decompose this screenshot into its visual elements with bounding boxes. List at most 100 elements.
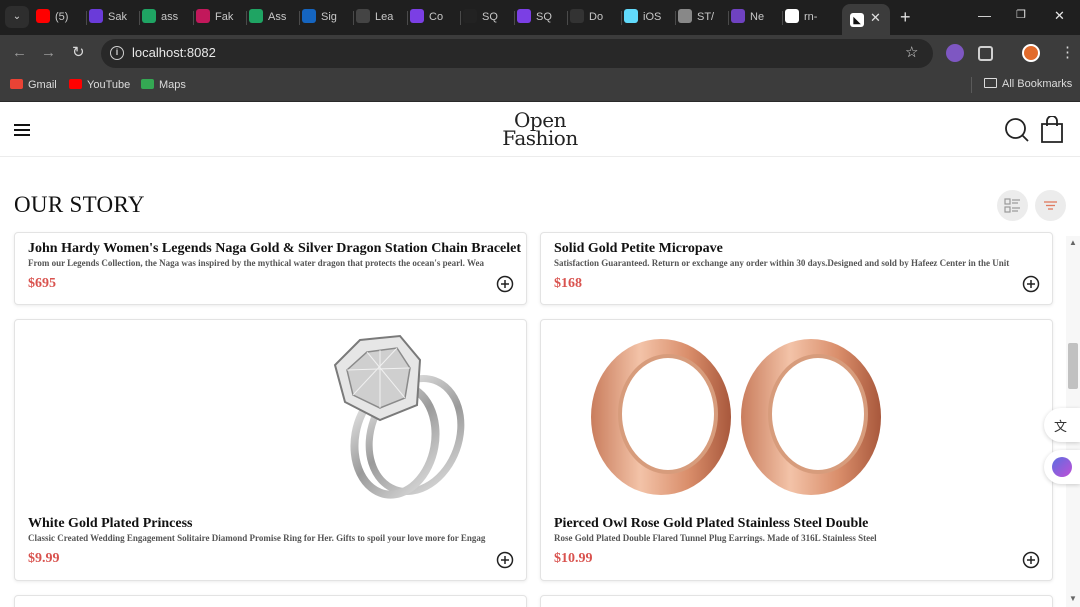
product-image-plugs	[591, 339, 881, 495]
add-to-cart-icon[interactable]	[496, 275, 514, 293]
folder-icon	[984, 78, 997, 88]
brain-icon	[1052, 457, 1072, 477]
site-info-icon[interactable]: i	[110, 46, 124, 60]
tab-label: Sig	[321, 11, 337, 23]
page-title: OUR STORY	[14, 192, 145, 217]
scrollbar-thumb[interactable]	[1068, 343, 1078, 389]
tab-label: Lea	[375, 11, 394, 23]
profile-avatar[interactable]	[1022, 44, 1040, 62]
tab-divider	[246, 11, 247, 25]
tab-label: Do	[589, 11, 604, 23]
back-button[interactable]: ←	[12, 44, 27, 62]
list-view-button[interactable]	[997, 190, 1028, 221]
product-title: White Gold Plated Princess	[28, 516, 193, 531]
react-icon	[624, 9, 638, 23]
tab-item[interactable]: Co	[410, 6, 458, 29]
search-icon[interactable]	[1004, 117, 1030, 143]
restore-button[interactable]: ❐	[1016, 8, 1026, 21]
close-tab-icon[interactable]: ✕	[870, 10, 881, 26]
drive-icon	[249, 9, 263, 23]
globe-icon	[678, 9, 692, 23]
product-card[interactable]: White Gold Plated Princess Classic Creat…	[14, 319, 527, 581]
bookmark-label: Maps	[159, 79, 186, 91]
product-description: Classic Created Wedding Engagement Solit…	[28, 533, 486, 543]
bookmark-item[interactable]: Gmail	[10, 78, 57, 92]
tab-divider	[460, 11, 461, 25]
menu-icon[interactable]	[14, 124, 30, 136]
tab-item[interactable]: Ne	[731, 6, 779, 29]
product-card[interactable]	[14, 595, 527, 607]
app-icon	[302, 9, 316, 23]
tab-item[interactable]: ST/	[678, 6, 726, 29]
tab-item[interactable]: Sig	[302, 6, 350, 29]
address-url[interactable]: localhost:8082	[132, 45, 216, 60]
product-price: $695	[28, 276, 56, 291]
all-bookmarks-button[interactable]: All Bookmarks	[984, 78, 1072, 90]
tab-label: Ass	[268, 11, 287, 23]
tab-label: SQ	[482, 11, 498, 23]
tab-item[interactable]: SQ	[463, 6, 511, 29]
tab-item[interactable]: SQ	[517, 6, 565, 29]
translate-icon: 文	[1054, 419, 1068, 434]
product-description: From our Legends Collection, the Naga wa…	[28, 258, 484, 268]
tab-divider	[621, 11, 622, 25]
extension-brain-icon[interactable]	[946, 44, 964, 62]
tab-item[interactable]: ass	[142, 6, 190, 29]
tab-divider	[567, 11, 568, 25]
product-title: John Hardy Women's Legends Naga Gold & S…	[28, 241, 522, 256]
tab-divider	[407, 11, 408, 25]
bookmark-item[interactable]: YouTube	[69, 78, 130, 92]
product-card[interactable]: Pierced Owl Rose Gold Plated Stainless S…	[540, 319, 1053, 581]
tab-item[interactable]: Ass	[249, 6, 297, 29]
bookmark-item[interactable]: Maps	[141, 78, 186, 92]
extensions-puzzle-icon[interactable]	[978, 46, 993, 61]
tab-label: Sak	[108, 11, 127, 23]
address-bar[interactable]	[101, 39, 933, 68]
app-icon	[410, 9, 424, 23]
bookmark-icon	[10, 79, 23, 89]
tab-label: Fak	[215, 11, 234, 23]
tab-item[interactable]: Lea	[356, 6, 404, 29]
bookmark-icon	[141, 79, 154, 89]
drive-icon	[142, 9, 156, 23]
tab-item[interactable]: iOS	[624, 6, 672, 29]
tab-divider	[728, 11, 729, 25]
scroll-up-icon[interactable]: ▲	[1069, 238, 1077, 247]
shopping-bag-icon[interactable]	[1040, 116, 1064, 144]
forward-button[interactable]: →	[41, 44, 56, 62]
tab-item[interactable]: Sak	[89, 6, 137, 29]
new-tab-button[interactable]: +	[900, 6, 911, 28]
tab-label: Ne	[750, 11, 765, 23]
logo[interactable]: Open Fashion	[490, 110, 590, 150]
tab-label: rn-	[804, 11, 818, 23]
add-to-cart-icon[interactable]	[496, 551, 514, 569]
close-window-button[interactable]: ✕	[1054, 8, 1065, 24]
tab-item[interactable]: (5)	[36, 6, 84, 29]
bookmarks-divider	[971, 77, 972, 93]
bookmark-star-icon[interactable]: ☆	[905, 43, 918, 61]
tab-search-button[interactable]: ⌄	[5, 6, 29, 28]
product-card[interactable]	[540, 595, 1053, 607]
tab-item[interactable]: Do	[570, 6, 618, 29]
github-icon	[785, 9, 799, 23]
tab-item[interactable]: Fak	[196, 6, 244, 29]
product-card[interactable]: Solid Gold Petite Micropave Satisfaction…	[540, 232, 1053, 305]
add-to-cart-icon[interactable]	[1022, 551, 1040, 569]
product-description: Rose Gold Plated Double Flared Tunnel Pl…	[554, 533, 877, 543]
expo-icon: ◣	[850, 13, 864, 27]
tab-item[interactable]: rn-	[785, 6, 833, 29]
logo-line-2: Fashion	[502, 126, 578, 150]
list-view-icon	[1004, 198, 1020, 213]
more-menu-icon[interactable]: ⋮	[1060, 43, 1075, 61]
minimize-button[interactable]: —	[978, 8, 991, 23]
filter-button[interactable]	[1035, 190, 1066, 221]
tab-active[interactable]: ◣	[842, 4, 890, 35]
app-icon	[356, 9, 370, 23]
tab-divider	[86, 11, 87, 25]
assistant-button[interactable]	[1044, 450, 1080, 484]
translate-button[interactable]: 文	[1044, 408, 1080, 442]
add-to-cart-icon[interactable]	[1022, 275, 1040, 293]
product-card[interactable]: John Hardy Women's Legends Naga Gold & S…	[14, 232, 527, 305]
reload-button[interactable]: ↻	[72, 44, 85, 62]
scroll-down-icon[interactable]: ▼	[1069, 594, 1077, 603]
